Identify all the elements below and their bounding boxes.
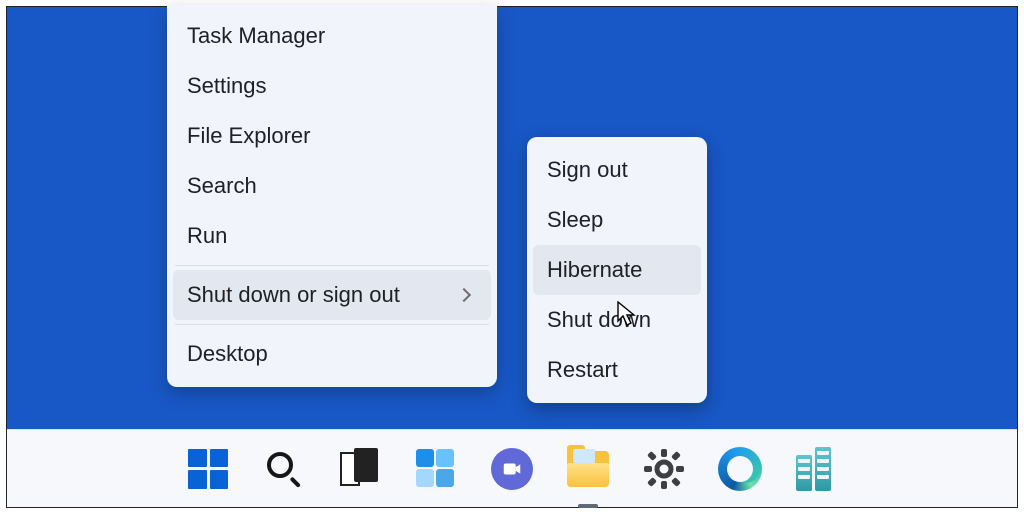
taskbar-start-button[interactable] bbox=[185, 446, 231, 492]
menu-separator bbox=[175, 324, 489, 325]
taskbar-settings-button[interactable] bbox=[641, 446, 687, 492]
menu-separator bbox=[175, 265, 489, 266]
taskbar-edge-button[interactable] bbox=[717, 446, 763, 492]
submenu-item-sleep[interactable]: Sleep bbox=[533, 195, 701, 245]
menu-item-label: Task Manager bbox=[187, 23, 325, 49]
submenu-item-hibernate[interactable]: Hibernate bbox=[533, 245, 701, 295]
edge-icon bbox=[718, 447, 762, 491]
task-view-icon bbox=[340, 452, 380, 486]
submenu-item-label: Hibernate bbox=[547, 257, 642, 282]
menu-item-task-manager[interactable]: Task Manager bbox=[173, 11, 491, 61]
mouse-cursor-icon bbox=[617, 301, 639, 332]
widgets-icon bbox=[416, 449, 456, 489]
taskbar-file-explorer-button[interactable] bbox=[565, 446, 611, 492]
chevron-right-icon bbox=[457, 288, 471, 302]
submenu-item-label: Sign out bbox=[547, 157, 628, 182]
submenu-item-label: Restart bbox=[547, 357, 618, 382]
menu-item-label: Search bbox=[187, 173, 257, 199]
shutdown-submenu: Sign out Sleep Hibernate Shut down Resta… bbox=[527, 137, 707, 403]
taskbar-task-view-button[interactable] bbox=[337, 446, 383, 492]
taskbar-chat-button[interactable] bbox=[489, 446, 535, 492]
submenu-item-label: Sleep bbox=[547, 207, 603, 232]
menu-item-label: Shut down or sign out bbox=[187, 282, 400, 308]
chat-camera-icon bbox=[491, 448, 533, 490]
desktop-frame: Task Manager Settings File Explorer Sear… bbox=[6, 6, 1018, 508]
menu-item-search[interactable]: Search bbox=[173, 161, 491, 211]
submenu-item-sign-out[interactable]: Sign out bbox=[533, 145, 701, 195]
menu-item-label: File Explorer bbox=[187, 123, 310, 149]
menu-item-label: Settings bbox=[187, 73, 267, 99]
taskbar-widgets-button[interactable] bbox=[413, 446, 459, 492]
menu-item-shut-down-or-sign-out[interactable]: Shut down or sign out bbox=[173, 270, 491, 320]
menu-item-label: Desktop bbox=[187, 341, 268, 367]
menu-item-desktop[interactable]: Desktop bbox=[173, 329, 491, 379]
submenu-item-restart[interactable]: Restart bbox=[533, 345, 701, 395]
menu-item-file-explorer[interactable]: File Explorer bbox=[173, 111, 491, 161]
menu-item-run[interactable]: Run bbox=[173, 211, 491, 261]
taskbar bbox=[7, 429, 1017, 507]
gear-icon bbox=[642, 447, 686, 491]
windows-start-icon bbox=[188, 449, 228, 489]
servers-icon bbox=[796, 447, 836, 491]
taskbar-server-manager-button[interactable] bbox=[793, 446, 839, 492]
menu-item-settings[interactable]: Settings bbox=[173, 61, 491, 111]
search-icon bbox=[265, 450, 303, 488]
menu-item-label: Run bbox=[187, 223, 227, 249]
folder-icon bbox=[567, 451, 609, 487]
taskbar-search-button[interactable] bbox=[261, 446, 307, 492]
running-indicator bbox=[578, 504, 598, 508]
winx-context-menu: Task Manager Settings File Explorer Sear… bbox=[167, 5, 497, 387]
